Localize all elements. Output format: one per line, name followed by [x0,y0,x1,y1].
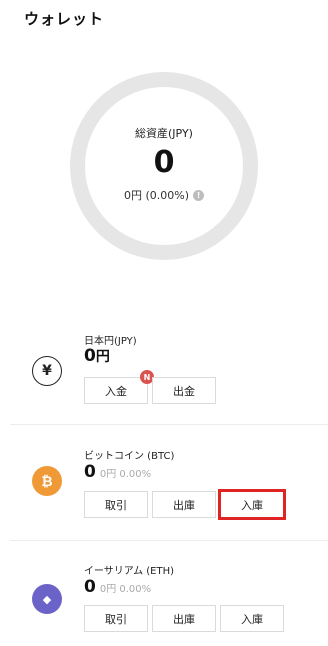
asset-amount-row: 0 0円 0.00% [84,462,151,482]
total-change-text: 0円 (0.00%) [123,189,190,202]
total-assets-donut: 総資産(JPY) 0 0円 (0.00%) ! [70,72,258,260]
info-icon[interactable]: ! [193,189,205,201]
receive-button[interactable]: 入庫 [218,489,286,520]
receive-button[interactable]: 入庫 [220,605,284,632]
trade-button[interactable]: 取引 [84,605,148,632]
asset-amount: 0 [84,577,96,597]
total-assets-change: 0円 (0.00%) ! [123,187,205,203]
send-button[interactable]: 出庫 [152,491,216,518]
btc-actions: 取引 出庫 入庫 [84,489,286,520]
ethereum-icon: ◆ [32,584,62,614]
asset-amount: 0 [84,346,96,366]
deposit-button[interactable]: 入金 N [84,370,154,404]
bitcoin-icon: ₿ [32,466,62,496]
eth-actions: 取引 出庫 入庫 [84,605,284,632]
jpy-actions: 入金 N 出金 [84,370,216,404]
yen-icon: ¥ [32,356,62,386]
total-assets-label: 総資産(JPY) [135,127,193,140]
divider [10,424,328,425]
page-title: ウォレット [24,10,105,28]
send-button[interactable]: 出庫 [152,605,216,632]
donut-center: 総資産(JPY) 0 0円 (0.00%) ! [85,87,243,245]
asset-name: 日本円(JPY) [84,336,137,347]
asset-amount-row: 0 0円 0.00% [84,577,151,597]
total-assets-value: 0 [153,145,175,180]
asset-sub-value: 0円 0.00% [99,469,152,480]
trade-button[interactable]: 取引 [84,491,148,518]
withdraw-button[interactable]: 出金 [152,377,216,404]
divider [10,540,328,541]
asset-name: ビットコイン (BTC) [84,451,175,462]
asset-name: イーサリアム (ETH) [84,566,175,577]
asset-sub-value: 0円 0.00% [99,584,152,595]
asset-amount: 0 [84,462,96,482]
asset-unit: 円 [95,349,110,365]
asset-amount-row: 0 円 [84,346,110,366]
